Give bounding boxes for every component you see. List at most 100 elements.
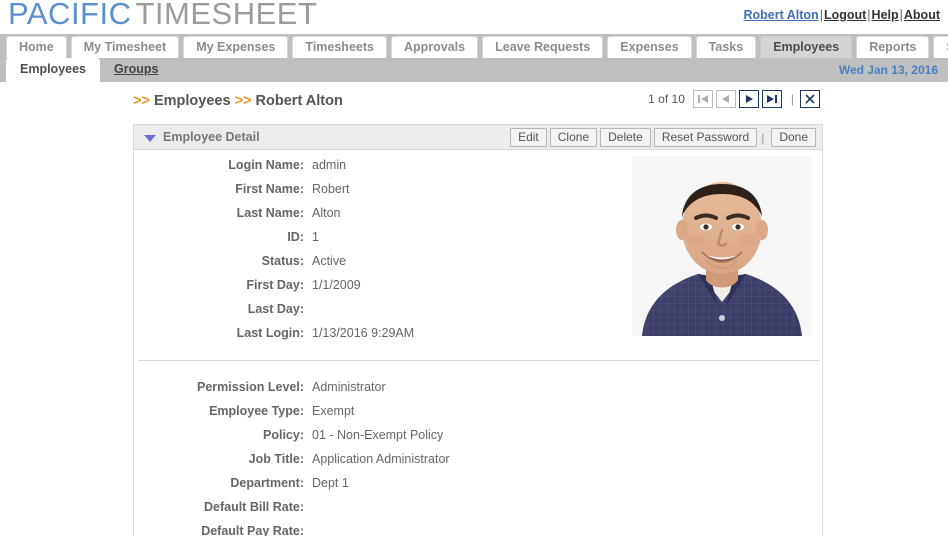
field-value: Exempt — [312, 404, 355, 418]
app-logo: PACIFIC TIMESHEET — [8, 0, 317, 32]
field-row: Status: Active — [134, 254, 604, 278]
record-pager: 1 of 10 | — [648, 90, 820, 108]
logo-primary: PACIFIC — [8, 0, 132, 31]
breadcrumb-arrow-1: >> — [133, 93, 150, 109]
last-page-icon — [766, 95, 777, 103]
field-value: admin — [312, 158, 347, 172]
page-header: PACIFIC TIMESHEET Robert Alton|Logout|Hel… — [0, 0, 948, 34]
tab-employees[interactable]: Employees — [760, 36, 853, 58]
tab-leave-requests[interactable]: Leave Requests — [482, 36, 604, 58]
employee-secondary-fields: Permission Level: Administrator Employee T… — [134, 380, 604, 536]
breadcrumb-section[interactable]: Employees — [154, 93, 231, 109]
tab-expenses[interactable]: Expenses — [607, 36, 692, 58]
field-value: Alton — [312, 206, 341, 220]
tab-system[interactable]: System — [933, 36, 948, 58]
field-row: Last Name: Alton — [134, 206, 604, 230]
field-value: 1 — [312, 230, 319, 244]
tab-approvals[interactable]: Approvals — [390, 36, 479, 58]
next-page-icon — [745, 95, 753, 103]
breadcrumb-record: Robert Alton — [255, 93, 343, 109]
field-value: 1/1/2009 — [312, 278, 361, 292]
logo-secondary: TIMESHEET — [135, 0, 318, 31]
field-row: Job Title: Application Administrator — [134, 452, 604, 476]
field-label: Policy: — [263, 428, 304, 442]
tab-timesheets[interactable]: Timesheets — [292, 36, 387, 58]
app-root: PACIFIC TIMESHEET Robert Alton|Logout|Hel… — [0, 0, 948, 536]
field-row: Default Pay Rate: — [134, 524, 604, 536]
main-tab-bar: Home My Timesheet My Expenses Timesheets App… — [0, 34, 948, 58]
field-label: First Name: — [235, 182, 304, 196]
field-label: Employee Type: — [209, 404, 304, 418]
tab-my-expenses[interactable]: My Expenses — [183, 36, 289, 58]
field-label: Permission Level: — [197, 380, 304, 394]
employee-photo — [632, 156, 812, 336]
previous-page-icon — [721, 95, 729, 103]
first-page-icon — [697, 95, 708, 103]
field-label: Default Bill Rate: — [203, 500, 304, 514]
field-value: 01 - Non-Exempt Policy — [312, 428, 444, 442]
field-value: Robert — [312, 182, 350, 196]
chevron-down-icon[interactable] — [144, 135, 156, 142]
tab-tasks[interactable]: Tasks — [695, 36, 757, 58]
done-button[interactable]: Done — [771, 128, 816, 147]
first-page-button[interactable] — [692, 90, 713, 108]
tab-reports[interactable]: Reports — [856, 36, 930, 58]
field-row: Employee Type: Exempt — [134, 404, 604, 428]
field-row: First Day: 1/1/2009 — [134, 278, 604, 302]
field-label: Login Name: — [228, 158, 304, 172]
field-label: Default Pay Rate: — [201, 524, 304, 536]
delete-button[interactable]: Delete — [600, 128, 651, 147]
field-row: Default Bill Rate: — [134, 500, 604, 524]
top-links: Robert Alton|Logout|Help|About — [743, 8, 940, 22]
panel-body: Login Name: admin First Name: Robert Last Na… — [134, 150, 822, 536]
field-row: Login Name: admin — [134, 158, 604, 182]
field-row: Policy: 01 - Non-Exempt Policy — [134, 428, 604, 452]
breadcrumb-row: >> Employees >> Robert Alton 1 of 10 | — [133, 88, 948, 116]
field-label: Last Day: — [247, 302, 304, 316]
current-user-link[interactable]: Robert Alton — [743, 8, 818, 22]
previous-page-button[interactable] — [715, 90, 736, 108]
clone-button[interactable]: Clone — [549, 128, 598, 147]
field-label: Status: — [261, 254, 304, 268]
field-row: Department: Dept 1 — [134, 476, 604, 500]
field-value: Application Administrator — [312, 452, 450, 466]
page-content: >> Employees >> Robert Alton 1 of 10 | E… — [0, 88, 948, 536]
field-label: ID: — [287, 230, 304, 244]
action-separator: | — [761, 130, 765, 145]
tab-home[interactable]: Home — [6, 36, 67, 58]
field-row: First Name: Robert — [134, 182, 604, 206]
current-date-label: Wed Jan 13, 2016 — [838, 63, 938, 77]
panel-title: Employee Detail — [163, 130, 260, 144]
about-link[interactable]: About — [904, 8, 940, 22]
employee-primary-fields: Login Name: admin First Name: Robert Last Na… — [134, 158, 604, 350]
subtab-employees[interactable]: Employees — [6, 58, 101, 82]
panel-action-buttons: Edit Clone Delete Reset Password | Done — [507, 128, 816, 147]
help-link[interactable]: Help — [872, 8, 899, 22]
field-value: Administrator — [312, 380, 386, 394]
field-row: Last Login: 1/13/2016 9:29AM — [134, 326, 604, 350]
field-value: 1/13/2016 9:29AM — [312, 326, 415, 340]
sub-tab-bar: Employees Groups Wed Jan 13, 2016 — [0, 58, 948, 82]
last-page-button[interactable] — [761, 90, 782, 108]
field-row: ID: 1 — [134, 230, 604, 254]
reset-password-button[interactable]: Reset Password — [653, 128, 758, 147]
breadcrumb-arrow-2: >> — [234, 93, 252, 109]
field-label: Last Name: — [236, 206, 304, 220]
edit-button[interactable]: Edit — [510, 128, 547, 147]
field-label: Department: — [230, 476, 304, 490]
field-value: Dept 1 — [312, 476, 349, 490]
subtab-groups[interactable]: Groups — [100, 58, 172, 82]
pager-count: 1 of 10 — [648, 92, 685, 106]
logout-link[interactable]: Logout — [824, 8, 866, 22]
tab-my-timesheet[interactable]: My Timesheet — [70, 36, 180, 58]
field-row: Permission Level: Administrator — [134, 380, 604, 404]
avatar-image — [632, 156, 812, 336]
close-icon — [805, 94, 815, 104]
pager-separator: | — [790, 92, 794, 106]
next-page-button[interactable] — [738, 90, 759, 108]
field-value: Active — [312, 254, 347, 268]
section-divider — [138, 360, 820, 361]
panel-header: Employee Detail Edit Clone Delete Reset Pas… — [134, 125, 822, 150]
close-record-button[interactable] — [800, 90, 820, 108]
field-label: First Day: — [246, 278, 304, 292]
